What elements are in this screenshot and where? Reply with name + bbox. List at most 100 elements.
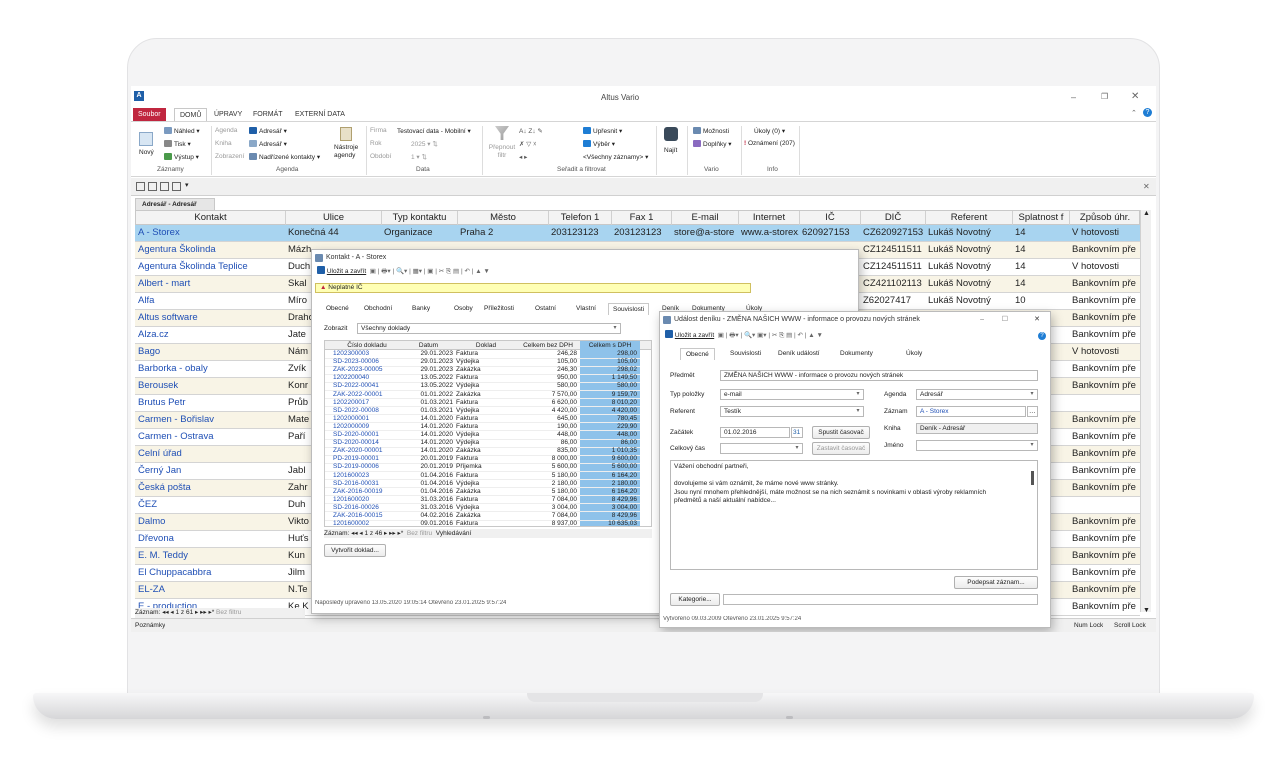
tab-prilezitosti[interactable]: Příležitosti [484,305,514,312]
print-button[interactable]: Tisk ▾ [164,140,191,148]
tab-banky[interactable]: Banky [412,305,430,312]
sub-col-bez-dph[interactable]: Celkem bez DPH [516,341,580,350]
zacatek-input[interactable]: 01.02.2016 [720,427,790,438]
rok-select[interactable]: 2025 ▾ ⇅ [411,140,438,148]
nav-export-icon[interactable] [172,182,181,191]
sub-col-datum[interactable]: Datum [401,341,456,350]
help-icon[interactable]: ? [1143,108,1152,117]
sub-col-s-dph[interactable]: Celkem s DPH [580,341,640,350]
sub-search[interactable]: Vyhledávání [436,530,472,537]
nadrizene-kontakty-button[interactable]: Nadřízené kontakty ▾ [249,153,320,161]
minimize-icon[interactable]: – [1071,92,1076,102]
all-records-select[interactable]: <Všechny záznamy> ▾ [583,153,648,161]
adresar-kniha-button[interactable]: Adresář ▾ [249,140,287,148]
nav-first-icon[interactable] [136,182,145,191]
restore-icon[interactable]: ❐ [1101,92,1108,101]
firma-select[interactable]: Testovací data - Mobilní ▾ [397,127,471,135]
col-referent[interactable]: Referent [926,211,1013,225]
kategorie-input[interactable] [723,594,1038,605]
event-tab-denik[interactable]: Deník událostí [778,350,820,357]
scroll-up-icon[interactable]: ▲ [1143,210,1150,217]
calendar-icon[interactable]: 31 [791,427,803,438]
document-tab[interactable]: Adresář - Adresář [135,198,215,210]
col-fax[interactable]: Fax 1 [612,211,672,225]
sub-nofilter[interactable]: Bez filtru [407,530,432,537]
vyber-button[interactable]: Výběr ▾ [583,140,615,148]
tab-domu[interactable]: DOMŮ [174,108,208,121]
jmeno-select[interactable]: ▾ [916,440,1038,451]
help-icon[interactable]: ? [1038,332,1046,340]
save-close-button[interactable]: Uložit a zavřít [327,268,366,275]
scroll-down-icon[interactable]: ▼ [1143,607,1150,614]
browse-icon[interactable]: … [1027,406,1038,417]
ukoly-button[interactable]: Úkoly (0) ▾ [754,127,785,135]
output-button[interactable]: Výstup ▾ [164,153,199,161]
kniha-button[interactable]: Kniha [215,140,232,147]
tab-upravy[interactable]: ÚPRAVY [209,108,247,121]
zastavit-casovac-button[interactable]: Zastavit časovač [812,442,870,455]
col-zpusob-uhrady[interactable]: Způsob úhr. [1070,211,1141,225]
nav-form-icon[interactable] [160,182,169,191]
tab-souvislosti[interactable]: Souvislosti [608,303,650,315]
message-body[interactable]: Vážení obchodní partneři, dovolujeme si … [670,460,1038,570]
col-ic[interactable]: IČ [800,211,861,225]
tab-format[interactable]: FORMÁT [248,108,288,121]
close-doc-icon[interactable]: ✕ [1143,182,1150,191]
obdobi-select[interactable]: 1 ▾ ⇅ [411,153,427,161]
col-kontakt[interactable]: Kontakt [136,211,286,225]
doplnky-button[interactable]: Doplňky ▾ [693,140,732,148]
sub-record-navigator[interactable]: Záznam: ◂◂ ◂ 1 z 46 ▸ ▸▸ ▸* Bez filtru V… [324,529,652,538]
agenda-button[interactable]: Agenda [215,127,237,134]
tab-obchodni[interactable]: Obchodní [364,305,392,312]
text-scrollbar[interactable] [1031,471,1034,485]
save-close-button[interactable]: Uložit a zavřít [675,332,714,339]
tab-soubor[interactable]: Soubor [133,108,166,121]
col-internet[interactable]: Internet [739,211,800,225]
close-icon[interactable]: ✕ [1131,91,1139,102]
referent-select[interactable]: Testík ▾ [720,406,864,417]
toolbar-dropdown-icon[interactable]: ▾ [185,181,189,189]
col-ulice[interactable]: Ulice [286,211,382,225]
oznameni-button[interactable]: ! Oznámení (207) [744,140,795,147]
podepsat-button[interactable]: Podepsat záznam... [954,576,1038,589]
tab-externi-data[interactable]: EXTERNÍ DATA [290,108,350,121]
document-row[interactable]: 1201600002 09.01.2016 Faktura 8 937,00 10 63… [325,520,640,526]
vertical-scrollbar[interactable]: ▲ ▼ [1140,210,1151,614]
upresnit-button[interactable]: Upřesnit ▾ [583,127,622,135]
sub-col-doklad[interactable]: Doklad [456,341,516,350]
zobrazeni-button[interactable]: Zobrazení [215,153,244,160]
agenda-select[interactable]: Adresář ▾ [916,389,1038,400]
adresar-agenda-button[interactable]: Adresář ▾ [249,127,287,135]
preview-button[interactable]: Náhled ▾ [164,127,200,135]
nav-grid-icon[interactable] [148,182,157,191]
tab-ostatni[interactable]: Ostatní [535,305,556,312]
col-splatnost[interactable]: Splatnost f [1013,211,1070,225]
zaznam-input[interactable]: A - Storex [916,406,1026,417]
event-tab-dokumenty[interactable]: Dokumenty [840,350,873,357]
zobrazit-select[interactable]: Všechny doklady ▾ [357,323,621,334]
celkovy-cas-select[interactable]: ▾ [720,443,803,454]
col-typ-kontaktu[interactable]: Typ kontaktu [382,211,458,225]
tools-agenda-button[interactable]: Nástroje agendy [334,144,364,160]
col-dic[interactable]: DIČ [861,211,926,225]
event-tab-obecne[interactable]: Obecné [680,348,715,360]
event-tab-ukoly[interactable]: Úkoly [906,350,922,357]
record-navigator[interactable]: Záznam: ◂◂ ◂ 1 z 61 ▸ ▸▸ ▸* Bez filtru [135,608,305,618]
toggle-filter-button[interactable]: Přepnout filtr [485,144,519,160]
restore-icon[interactable]: ☐ [1002,312,1008,327]
minimize-icon[interactable]: – [980,312,984,327]
close-icon[interactable]: ✕ [1034,312,1040,327]
tab-osoby[interactable]: Osoby [454,305,473,312]
sort-desc-icon[interactable]: ✗ ▽ ☓ [519,140,537,148]
sort-asc-icon[interactable]: A↓ Z↓ ✎ [519,127,543,135]
moznosti-button[interactable]: Možnosti [693,127,729,135]
tab-vlastni[interactable]: Vlastní [576,305,596,312]
typ-select[interactable]: e-mail ▾ [720,389,864,400]
no-filter-label[interactable]: Bez filtru [216,609,241,616]
spustit-casovac-button[interactable]: Spustit časovač [812,426,870,439]
toolbar-icons[interactable]: ▣ | 🖶▾ | 🔍▾ | ▦▾ | ▣ | ✂ ⎘ ▤ | ↶ | ▲ ▼ [368,268,490,275]
sub-col-cislo[interactable]: Číslo dokladu [333,341,401,350]
new-record-button[interactable]: Nový [139,149,154,156]
collapse-ribbon-icon[interactable]: ⌃ [1131,109,1137,117]
predmet-input[interactable]: ZMĚNA NAŠICH WWW - informace o provozu n… [720,370,1038,381]
